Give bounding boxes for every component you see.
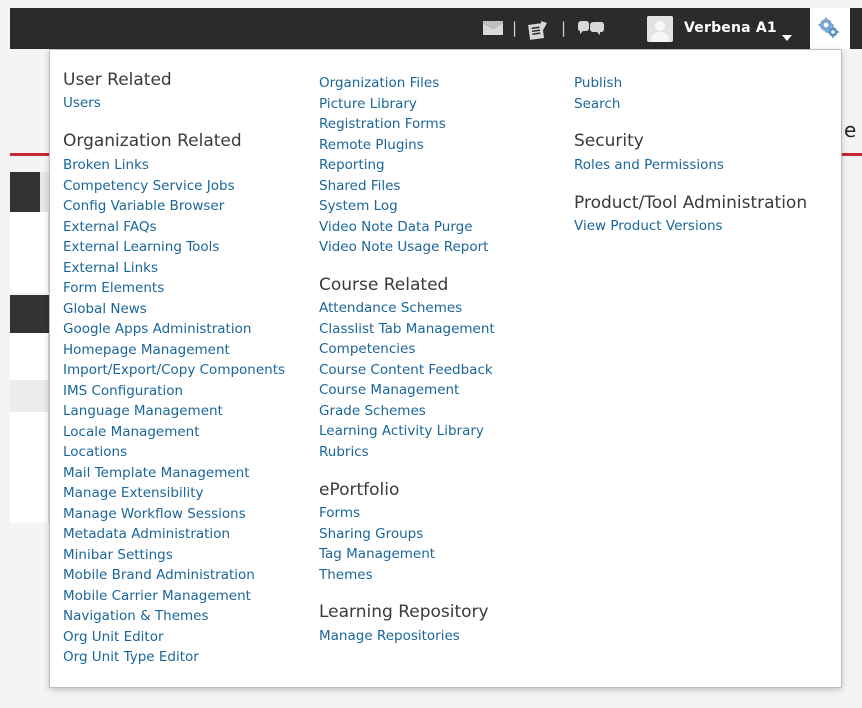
menu-link-registration-forms[interactable]: Registration Forms [319,116,446,133]
menu-link-broken-links[interactable]: Broken Links [63,157,149,174]
avatar[interactable] [647,16,673,42]
menu-link-ims-configuration[interactable]: IMS Configuration [63,383,183,400]
background-widget-body [10,333,49,523]
menu-link-competency-service-jobs[interactable]: Competency Service Jobs [63,178,235,195]
menu-link-homepage-management[interactable]: Homepage Management [63,342,230,359]
section-heading-organization-related: Organization Related [63,131,242,151]
menu-link-learning-activity-library[interactable]: Learning Activity Library [319,423,484,440]
menu-link-reporting[interactable]: Reporting [319,157,385,174]
menu-link-competencies[interactable]: Competencies [319,341,415,358]
menu-link-locations[interactable]: Locations [63,444,127,461]
menu-link-forms[interactable]: Forms [319,505,360,522]
menu-link-shared-files[interactable]: Shared Files [319,178,400,195]
menu-link-sharing-groups[interactable]: Sharing Groups [319,526,423,543]
menu-link-form-elements[interactable]: Form Elements [63,280,164,297]
minibar-separator: | [512,19,518,37]
menu-link-publish[interactable]: Publish [574,75,622,92]
menu-link-remote-plugins[interactable]: Remote Plugins [319,137,424,154]
menu-link-organization-files[interactable]: Organization Files [319,75,439,92]
menu-link-locale-management[interactable]: Locale Management [63,424,200,441]
menu-link-manage-workflow-sessions[interactable]: Manage Workflow Sessions [63,506,246,523]
background-widget-header [10,295,50,333]
menu-link-picture-library[interactable]: Picture Library [319,96,417,113]
update-alerts-icon[interactable] [527,20,549,44]
menu-link-grade-schemes[interactable]: Grade Schemes [319,403,426,420]
admin-tools-button[interactable] [810,8,850,49]
menu-link-import-export-copy-components[interactable]: Import/Export/Copy Components [63,362,285,379]
menu-link-manage-extensibility[interactable]: Manage Extensibility [63,485,203,502]
menu-link-view-product-versions[interactable]: View Product Versions [574,218,723,235]
menu-link-classlist-tab-management[interactable]: Classlist Tab Management [319,321,495,338]
menu-link-search[interactable]: Search [574,96,620,113]
menu-link-org-unit-editor[interactable]: Org Unit Editor [63,629,164,646]
menu-link-global-news[interactable]: Global News [63,301,147,318]
menu-link-language-management[interactable]: Language Management [63,403,223,420]
section-heading-eportfolio: ePortfolio [319,480,400,500]
menu-link-org-unit-type-editor[interactable]: Org Unit Type Editor [63,649,199,666]
menu-link-external-learning-tools[interactable]: External Learning Tools [63,239,219,256]
background-widget [10,212,49,292]
chevron-down-icon[interactable] [782,26,792,45]
section-heading-product-tool-administration: Product/Tool Administration [574,193,808,213]
section-heading-user-related: User Related [63,70,172,90]
menu-link-course-management[interactable]: Course Management [319,382,459,399]
section-heading-security: Security [574,131,644,151]
menu-link-config-variable-browser[interactable]: Config Variable Browser [63,198,224,215]
background-heading-fragment: e [844,118,857,142]
menu-link-roles-and-permissions[interactable]: Roles and Permissions [574,157,724,174]
menu-link-external-links[interactable]: External Links [63,260,158,277]
page-header-rule-right [840,153,862,156]
admin-tools-menu: User Related Users Organization Related … [49,49,842,688]
menu-link-attendance-schemes[interactable]: Attendance Schemes [319,300,462,317]
menu-link-video-note-usage-report[interactable]: Video Note Usage Report [319,239,488,256]
page-header-rule [10,153,50,156]
section-heading-learning-repository: Learning Repository [319,602,489,622]
menu-link-external-faqs[interactable]: External FAQs [63,219,157,236]
subscription-alerts-icon[interactable] [576,20,606,42]
menu-link-manage-repositories[interactable]: Manage Repositories [319,628,460,645]
menu-link-navigation-themes[interactable]: Navigation & Themes [63,608,209,625]
menu-link-rubrics[interactable]: Rubrics [319,444,369,461]
background-nav-block [10,172,40,212]
menu-link-minibar-settings[interactable]: Minibar Settings [63,547,173,564]
menu-link-mail-template-management[interactable]: Mail Template Management [63,465,250,482]
background-widget-row [10,380,48,412]
user-name[interactable]: Verbena A1 [684,20,777,36]
menu-link-mobile-carrier-management[interactable]: Mobile Carrier Management [63,588,251,605]
menu-link-google-apps-administration[interactable]: Google Apps Administration [63,321,251,338]
menu-link-themes[interactable]: Themes [319,567,373,584]
gear-icon [818,17,839,38]
menu-link-metadata-administration[interactable]: Metadata Administration [63,526,230,543]
menu-link-tag-management[interactable]: Tag Management [319,546,435,563]
menu-link-system-log[interactable]: System Log [319,198,398,215]
menu-link-video-note-data-purge[interactable]: Video Note Data Purge [319,219,473,236]
menu-link-course-content-feedback[interactable]: Course Content Feedback [319,362,493,379]
minibar-separator: | [561,19,567,37]
message-alerts-icon[interactable] [482,20,504,42]
menu-link-mobile-brand-administration[interactable]: Mobile Brand Administration [63,567,255,584]
menu-link-users[interactable]: Users [63,95,101,112]
minibar: | | Verbena A1 [10,8,862,49]
section-heading-course-related: Course Related [319,275,449,295]
